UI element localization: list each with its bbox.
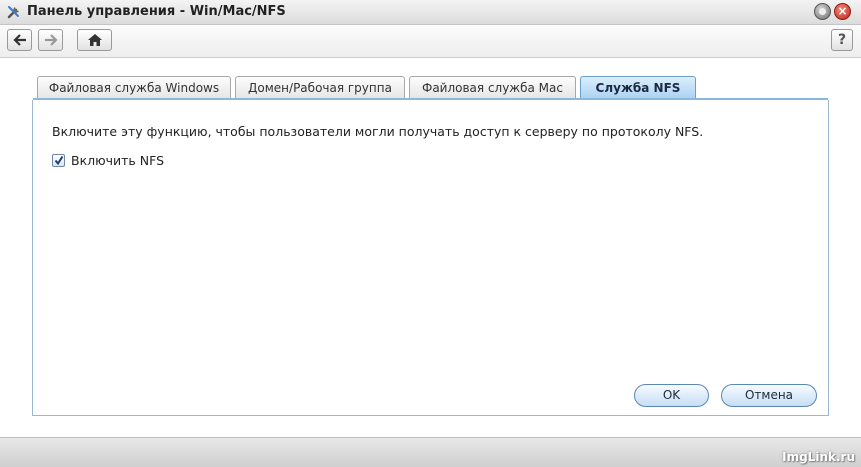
ok-button[interactable]: OK (634, 384, 709, 407)
tab-domain-workgroup[interactable]: Домен/Рабочая группа (235, 76, 405, 98)
home-button[interactable] (77, 29, 112, 51)
back-button[interactable] (7, 29, 32, 51)
control-panel-icon (6, 4, 22, 20)
forward-arrow-icon (44, 34, 58, 46)
title-bar: Панель управления - Win/Mac/NFS × (0, 0, 861, 25)
checkmark-icon (54, 155, 64, 165)
cancel-button[interactable]: Отмена (721, 384, 817, 407)
help-button[interactable]: ? (831, 29, 853, 51)
back-arrow-icon (12, 34, 26, 46)
enable-nfs-label: Включить NFS (71, 152, 165, 168)
close-button[interactable]: × (834, 3, 851, 20)
minimize-button[interactable] (814, 3, 831, 20)
tab-windows-file-service[interactable]: Файловая служба Windows (37, 76, 231, 98)
toolbar: ? (0, 25, 861, 58)
nfs-description: Включите эту функцию, чтобы пользователи… (52, 124, 704, 139)
enable-nfs-checkbox[interactable] (52, 153, 65, 167)
watermark: ImgLink.ru (782, 450, 855, 464)
forward-button[interactable] (38, 29, 63, 51)
tab-nfs-service[interactable]: Служба NFS (580, 76, 696, 99)
tab-mac-file-service[interactable]: Файловая служба Mac (409, 76, 576, 98)
window-title: Панель управления - Win/Mac/NFS (27, 4, 286, 19)
nfs-settings-panel (32, 100, 829, 416)
home-icon (87, 34, 102, 46)
status-bar: ImgLink.ru (0, 437, 861, 467)
enable-nfs-row: Включить NFS (52, 152, 164, 168)
